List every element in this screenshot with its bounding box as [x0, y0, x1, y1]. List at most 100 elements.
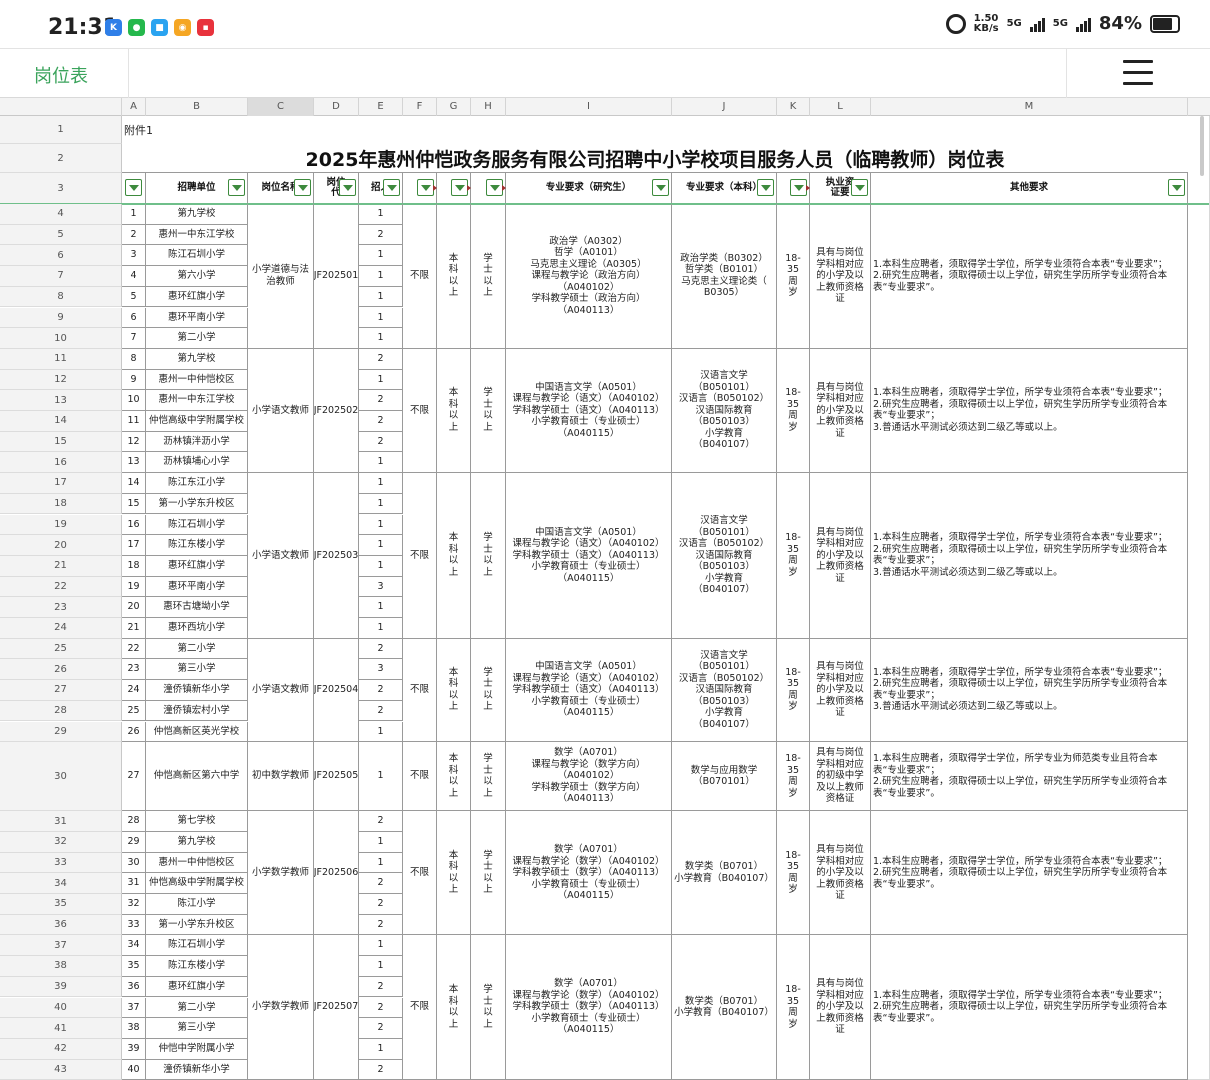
unit-cell[interactable]: 仲恺高新区英光学校 — [146, 721, 248, 743]
age-limit-cell[interactable]: 不限 — [403, 742, 437, 812]
post-code-cell[interactable]: JF202501 — [314, 204, 359, 349]
filter-dropdown-icon[interactable] — [652, 179, 669, 196]
age-limit-cell[interactable]: 不限 — [403, 348, 437, 474]
row-header[interactable]: 14 — [0, 411, 122, 432]
qualification-cell[interactable]: 具有与岗位学科相对应的小学及以上教师资格证 — [810, 348, 871, 474]
hire-count-cell[interactable]: 1 — [359, 597, 403, 618]
age-range-cell[interactable]: 18-35周岁 — [777, 473, 810, 639]
spreadsheet[interactable]: ABCDEFGHIJKLM 1 2 3 附件1 2025年惠州仲恺政务服务有限公司招聘中… — [0, 98, 1210, 1080]
unit-cell[interactable]: 第三小学 — [146, 1018, 248, 1039]
filter-dropdown-icon[interactable] — [125, 179, 142, 196]
filter-dropdown-icon[interactable] — [339, 179, 356, 196]
row-header[interactable]: 17 — [0, 473, 122, 494]
major-ug-cell[interactable]: 政治学类（B0302） 哲学类（B0101） 马克思主义理论类（ B0305） — [672, 204, 777, 349]
seq-cell[interactable]: 13 — [122, 452, 146, 474]
unit-cell[interactable]: 陈江石圳小学 — [146, 935, 248, 957]
major-ug-cell[interactable]: 数学类（B0701） 小学教育（B040107） — [672, 811, 777, 936]
education-cell[interactable]: 本科以上 — [437, 935, 471, 1080]
hire-count-cell[interactable]: 2 — [359, 390, 403, 411]
hire-count-cell[interactable]: 2 — [359, 431, 403, 453]
column-header-e[interactable]: E — [359, 98, 403, 116]
hire-count-cell[interactable]: 2 — [359, 638, 403, 660]
hire-count-cell[interactable]: 1 — [359, 514, 403, 536]
seq-cell[interactable]: 26 — [122, 721, 146, 743]
unit-cell[interactable]: 第九学校 — [146, 831, 248, 853]
filter-dropdown-icon[interactable] — [417, 179, 434, 196]
row-header[interactable]: 43 — [0, 1059, 122, 1080]
unit-cell[interactable]: 沥林镇埔心小学 — [146, 452, 248, 474]
unit-cell[interactable]: 第二小学 — [146, 997, 248, 1019]
qualification-cell[interactable]: 具有与岗位学科相对应的小学及以上教师资格证 — [810, 204, 871, 349]
hire-count-cell[interactable]: 1 — [359, 742, 403, 812]
seq-cell[interactable]: 18 — [122, 555, 146, 577]
row-header[interactable]: 36 — [0, 914, 122, 936]
seq-cell[interactable]: 4 — [122, 266, 146, 287]
hire-count-cell[interactable]: 1 — [359, 369, 403, 391]
other-requirements-cell[interactable]: 1.本科生应聘者，须取得学士学位，所学专业须符合本表“专业要求”； 2.研究生应… — [871, 638, 1188, 743]
hire-count-cell[interactable]: 2 — [359, 976, 403, 998]
seq-cell[interactable]: 16 — [122, 514, 146, 536]
seq-cell[interactable]: 2 — [122, 224, 146, 246]
hire-count-cell[interactable]: 1 — [359, 831, 403, 853]
row-header[interactable]: 31 — [0, 811, 122, 832]
seq-cell[interactable]: 40 — [122, 1059, 146, 1080]
post-code-cell[interactable]: JF202502 — [314, 348, 359, 474]
hire-count-cell[interactable]: 2 — [359, 997, 403, 1019]
qualification-cell[interactable]: 具有与岗位学科相对应的小学及以上教师资格证 — [810, 935, 871, 1080]
unit-cell[interactable]: 第一小学东升校区 — [146, 493, 248, 515]
seq-cell[interactable]: 30 — [122, 852, 146, 874]
unit-cell[interactable]: 第九学校 — [146, 204, 248, 225]
post-code-cell[interactable]: JF202507 — [314, 935, 359, 1080]
row-header[interactable]: 12 — [0, 369, 122, 391]
hire-count-cell[interactable]: 1 — [359, 286, 403, 308]
filter-dropdown-icon[interactable] — [383, 179, 400, 196]
unit-cell[interactable]: 第二小学 — [146, 328, 248, 349]
column-header-g[interactable]: G — [437, 98, 471, 116]
major-grad-cell[interactable]: 数学（A0701） 课程与教学论（数学方向） （A040102） 学科教学硕士（… — [506, 742, 672, 812]
seq-cell[interactable]: 32 — [122, 894, 146, 915]
major-ug-cell[interactable]: 数学与应用数学 （B070101） — [672, 742, 777, 812]
hire-count-cell[interactable]: 3 — [359, 659, 403, 681]
major-grad-cell[interactable]: 数学（A0701） 课程与教学论（数学）（A040102） 学科教学硕士（数学）… — [506, 811, 672, 936]
seq-cell[interactable]: 27 — [122, 742, 146, 812]
column-header-i[interactable]: I — [506, 98, 672, 116]
unit-cell[interactable]: 惠环平南小学 — [146, 307, 248, 329]
hire-count-cell[interactable]: 1 — [359, 1038, 403, 1060]
qualification-cell[interactable]: 具有与岗位学科相对应的小学及以上教师资格证 — [810, 473, 871, 639]
hire-count-cell[interactable]: 1 — [359, 328, 403, 349]
row-header[interactable]: 22 — [0, 576, 122, 598]
unit-cell[interactable]: 潼侨镇新华小学 — [146, 680, 248, 701]
hire-count-cell[interactable]: 2 — [359, 873, 403, 894]
hire-count-cell[interactable]: 1 — [359, 535, 403, 556]
age-range-cell[interactable]: 18-35周岁 — [777, 204, 810, 349]
seq-cell[interactable]: 5 — [122, 286, 146, 308]
major-grad-cell[interactable]: 数学（A0701） 课程与教学论（数学）（A040102） 学科教学硕士（数学）… — [506, 935, 672, 1080]
seq-cell[interactable]: 12 — [122, 431, 146, 453]
hire-count-cell[interactable]: 2 — [359, 411, 403, 432]
row-header[interactable]: 21 — [0, 555, 122, 577]
degree-cell[interactable]: 学士以上 — [471, 742, 506, 812]
other-requirements-cell[interactable]: 1.本科生应聘者，须取得学士学位，所学专业须符合本表“专业要求”； 2.研究生应… — [871, 348, 1188, 474]
seq-cell[interactable]: 23 — [122, 659, 146, 681]
filter-dropdown-icon[interactable] — [451, 179, 468, 196]
unit-cell[interactable]: 第一小学东升校区 — [146, 914, 248, 936]
degree-cell[interactable]: 学士以上 — [471, 473, 506, 639]
seq-cell[interactable]: 11 — [122, 411, 146, 432]
vertical-scrollbar[interactable] — [1200, 116, 1204, 176]
column-header-a[interactable]: A — [122, 98, 146, 116]
hire-count-cell[interactable]: 2 — [359, 811, 403, 832]
post-name-cell[interactable]: 初中数学教师 — [248, 742, 314, 812]
major-ug-cell[interactable]: 汉语言文学 （B050101） 汉语言（B050102） 汉语国际教育 （B05… — [672, 638, 777, 743]
column-header-l[interactable]: L — [810, 98, 871, 116]
unit-cell[interactable]: 惠环红旗小学 — [146, 286, 248, 308]
hire-count-cell[interactable]: 2 — [359, 1018, 403, 1039]
hire-count-cell[interactable]: 1 — [359, 935, 403, 957]
seq-cell[interactable]: 10 — [122, 390, 146, 411]
seq-cell[interactable]: 36 — [122, 976, 146, 998]
hire-count-cell[interactable]: 1 — [359, 493, 403, 515]
seq-cell[interactable]: 8 — [122, 348, 146, 370]
unit-cell[interactable]: 仲恺高级中学附属学校 — [146, 873, 248, 894]
major-ug-cell[interactable]: 数学类（B0701） 小学教育（B040107） — [672, 935, 777, 1080]
hire-count-cell[interactable]: 1 — [359, 956, 403, 977]
unit-cell[interactable]: 陈江东江小学 — [146, 473, 248, 494]
